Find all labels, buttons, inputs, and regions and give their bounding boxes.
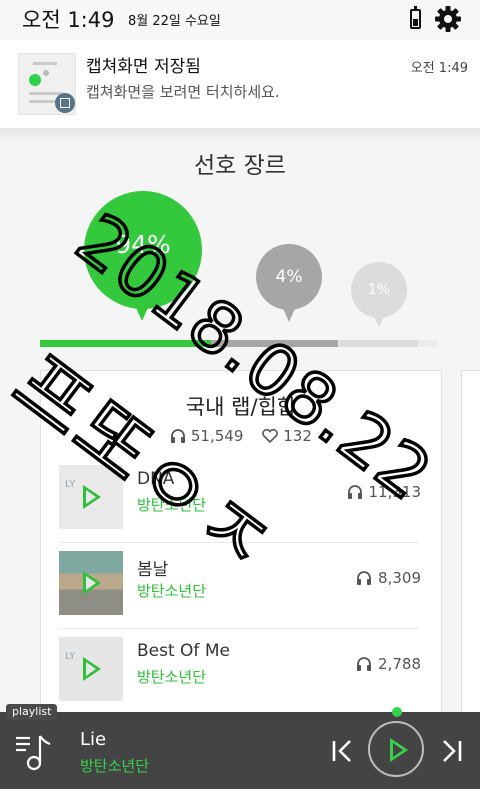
headphones-icon [357, 657, 372, 671]
genre-bar-segment [40, 340, 212, 347]
status-date: 8월 22일 수요일 [128, 14, 221, 29]
genre-bubble-label: 94% [115, 230, 171, 259]
next-icon[interactable] [438, 737, 464, 765]
genre-bubble-second: 4% [256, 244, 322, 322]
like-count: 132 [283, 427, 312, 445]
song-title: 봄날 [137, 560, 169, 580]
screenshot-notification[interactable]: 캡쳐화면 저장됨 오전 1:49 캡쳐화면을 보려면 터치하세요. [0, 40, 480, 129]
headphones-icon [347, 485, 362, 499]
next-genre-card[interactable] [461, 370, 480, 722]
play-count-value: 8,309 [378, 569, 421, 587]
notification-time: 오전 1:49 [410, 61, 468, 76]
play-icon [390, 738, 408, 762]
genre-distribution-bar [40, 340, 438, 347]
list-item[interactable]: 봄날 방탄소년단 8,309 [41, 543, 439, 629]
battery-icon [410, 6, 421, 29]
heart-icon[interactable] [262, 428, 279, 444]
genre-bubble-label: 4% [275, 267, 303, 287]
play-icon[interactable] [83, 485, 101, 509]
headphones-icon [357, 571, 372, 585]
genre-bar-segment [211, 340, 339, 347]
genre-card[interactable]: 국내 랩/힙합 51,549 132 LY DNA 방탄소년단 11,313 봄… [40, 370, 442, 722]
headphones-icon [171, 429, 186, 443]
play-button[interactable] [368, 721, 424, 777]
play-icon[interactable] [83, 657, 101, 681]
genre-bubble-main: 94% [84, 191, 202, 321]
song-title: Best Of Me [137, 641, 230, 661]
now-playing-title: Lie [80, 729, 107, 750]
notification-title: 캡쳐화면 저장됨 [86, 57, 201, 77]
song-artist[interactable]: 방탄소년단 [137, 494, 206, 515]
genre-title: 선호 장르 [194, 153, 286, 179]
progress-handle[interactable] [392, 707, 402, 717]
play-count: 2,788 [356, 655, 421, 673]
playlist-icon[interactable] [14, 732, 54, 772]
gear-icon[interactable] [433, 4, 463, 34]
song-title: DNA [137, 469, 175, 489]
image-icon [55, 93, 75, 113]
card-stats: 51,549 132 [41, 427, 441, 445]
prev-icon[interactable] [330, 737, 356, 765]
song-artist[interactable]: 방탄소년단 [137, 666, 206, 687]
playlist-tag[interactable]: playlist [6, 704, 58, 720]
mini-player[interactable]: Lie 방탄소년단 [0, 707, 480, 789]
album-art: LY [59, 637, 123, 701]
album-art: LY [59, 465, 123, 529]
play-count: 8,309 [356, 569, 421, 587]
genre-bar-segment [338, 340, 419, 347]
now-playing-artist: 방탄소년단 [80, 757, 150, 775]
list-item[interactable]: LY DNA 방탄소년단 11,313 [41, 457, 439, 543]
genre-bubble-third: 1% [351, 262, 407, 327]
song-artist[interactable]: 방탄소년단 [137, 580, 206, 601]
notification-text: 캡쳐화면을 보려면 터치하세요. [86, 83, 280, 101]
play-icon[interactable] [83, 571, 101, 595]
status-bar: 오전 1:49 8월 22일 수요일 [0, 0, 480, 40]
status-time: 오전 1:49 [22, 8, 115, 32]
album-art [59, 551, 123, 615]
listen-count: 51,549 [190, 427, 244, 445]
play-count-value: 11,313 [368, 483, 422, 501]
play-count-value: 2,788 [378, 655, 421, 673]
list-item[interactable]: LY Best Of Me 방탄소년단 2,788 [41, 629, 439, 715]
card-title: 국내 랩/힙합 [185, 395, 297, 419]
genre-bubble-label: 1% [367, 282, 391, 298]
play-count: 11,313 [347, 483, 422, 501]
